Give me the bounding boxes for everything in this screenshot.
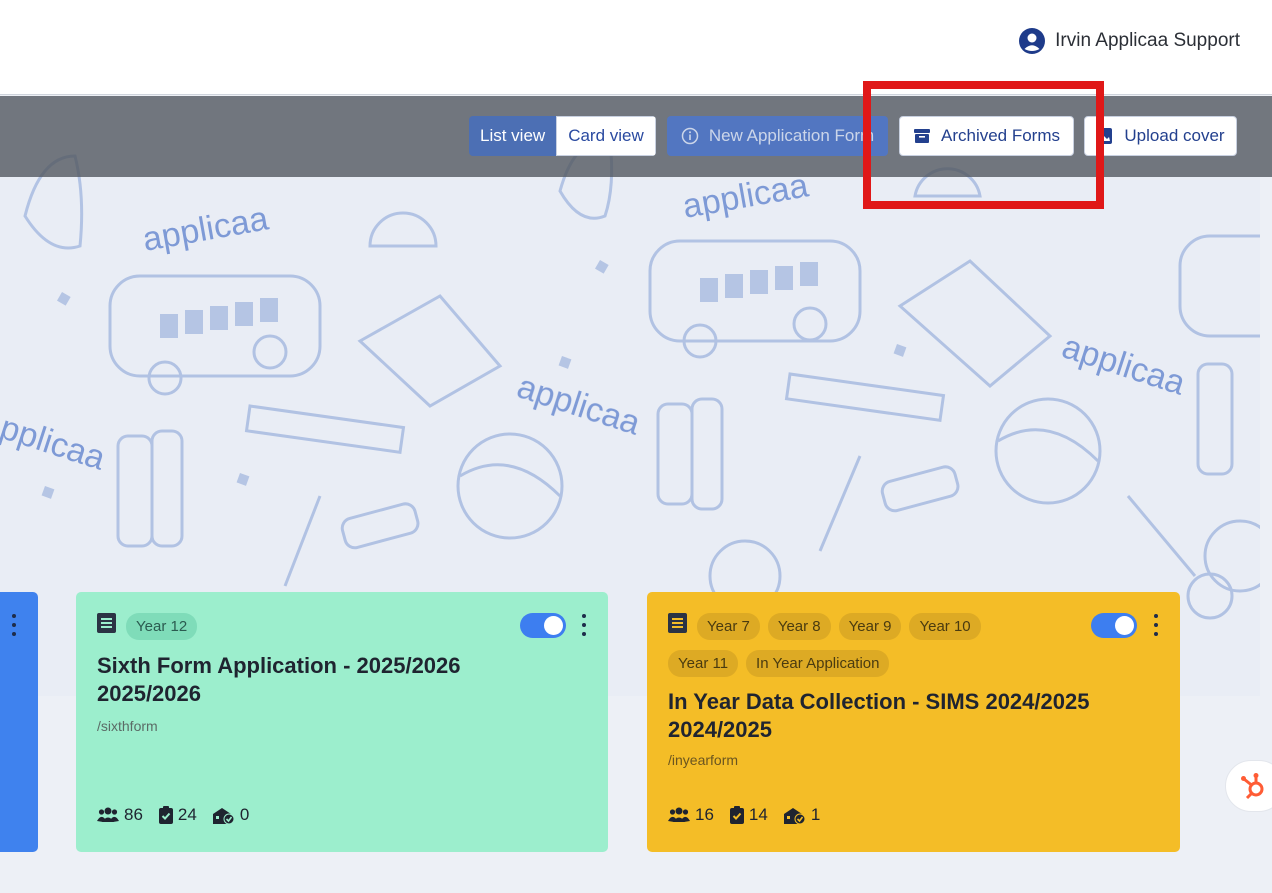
card-title[interactable]: In Year Data Collection - SIMS 2024/2025… (668, 688, 1138, 744)
image-upload-icon (1096, 127, 1114, 145)
card-menu-icon[interactable] (1151, 614, 1161, 636)
offers-count: 0 (239, 805, 250, 824)
applicants-stat: 16 (668, 805, 714, 825)
users-icon (668, 807, 690, 822)
applicants-count: 16 (695, 805, 714, 824)
cover-brand-text: applicaa (0, 402, 110, 477)
submitted-stat: 14 (729, 805, 768, 825)
card-path: /inyearform (668, 752, 739, 768)
school-check-icon (783, 808, 806, 824)
year-tag: Year 12 (126, 613, 198, 640)
clipboard-check-icon (729, 806, 744, 824)
year-tag: Year 7 (697, 613, 760, 640)
form-card[interactable]: Year 12 Sixth Form Application - 2025/20… (76, 592, 608, 852)
card-tags: Year 7 Year 8 Year 9 Year 10 (697, 613, 1077, 640)
submitted-count: 24 (177, 805, 197, 824)
cover-brand-text: applicaa (140, 199, 271, 258)
users-icon (97, 807, 119, 822)
form-enabled-toggle[interactable] (520, 613, 566, 638)
year-tag: Year 9 (838, 613, 902, 640)
school-check-icon (212, 808, 235, 824)
list-view-button[interactable]: List view (469, 116, 557, 156)
cover-brand-text: applicaa (513, 367, 645, 442)
user-name: Irvin Applicaa Support (1055, 30, 1240, 51)
user-avatar-icon (1019, 28, 1046, 54)
year-tag: Year 10 (909, 613, 981, 640)
chat-launcher-button[interactable] (1225, 760, 1272, 812)
card-tags: Year 12 (126, 613, 198, 640)
offers-stat: 0 (212, 805, 250, 825)
archived-forms-button[interactable]: Archived Forms (899, 116, 1074, 156)
new-application-form-label: New Application Form (708, 126, 875, 145)
form-enabled-toggle[interactable] (1091, 613, 1137, 638)
top-bar: Irvin Applicaa Support (0, 0, 1272, 95)
form-card-partial[interactable] (0, 592, 38, 852)
card-path: /sixthform (97, 718, 158, 734)
offers-count: 1 (810, 805, 821, 824)
form-card[interactable]: Year 7 Year 8 Year 9 Year 10 Year 11 In … (647, 592, 1180, 852)
applicants-count: 86 (124, 805, 143, 824)
clipboard-check-icon (158, 806, 173, 824)
hubspot-icon (1241, 773, 1264, 800)
user-menu[interactable]: Irvin Applicaa Support (1019, 28, 1240, 54)
submitted-stat: 24 (158, 805, 197, 825)
card-menu-icon[interactable] (579, 614, 589, 636)
info-icon (681, 127, 699, 145)
application-type-tag: In Year Application (746, 650, 890, 677)
new-application-form-button[interactable]: New Application Form (667, 116, 888, 156)
form-document-icon (97, 613, 116, 633)
card-view-button[interactable]: Card view (556, 116, 656, 156)
applicants-stat: 86 (97, 805, 143, 825)
card-title[interactable]: Sixth Form Application - 2025/2026 2025/… (97, 652, 517, 708)
card-stats: 16 14 1 (668, 805, 820, 825)
card-menu-icon[interactable] (9, 614, 19, 636)
offers-stat: 1 (783, 805, 821, 825)
card-tags-row-2: Year 11 In Year Application (668, 650, 890, 677)
card-stats: 86 24 0 (97, 805, 249, 825)
cover-brand-text: applicaa (1058, 327, 1190, 402)
upload-cover-label: Upload cover (1124, 126, 1225, 145)
archived-forms-label: Archived Forms (940, 126, 1061, 145)
upload-cover-button[interactable]: Upload cover (1084, 116, 1237, 156)
view-toggle: List view Card view (469, 116, 656, 156)
year-tag: Year 11 (668, 650, 739, 677)
form-document-icon (668, 613, 687, 633)
year-tag: Year 8 (767, 613, 831, 640)
archive-icon (913, 127, 931, 145)
submitted-count: 14 (748, 805, 768, 824)
